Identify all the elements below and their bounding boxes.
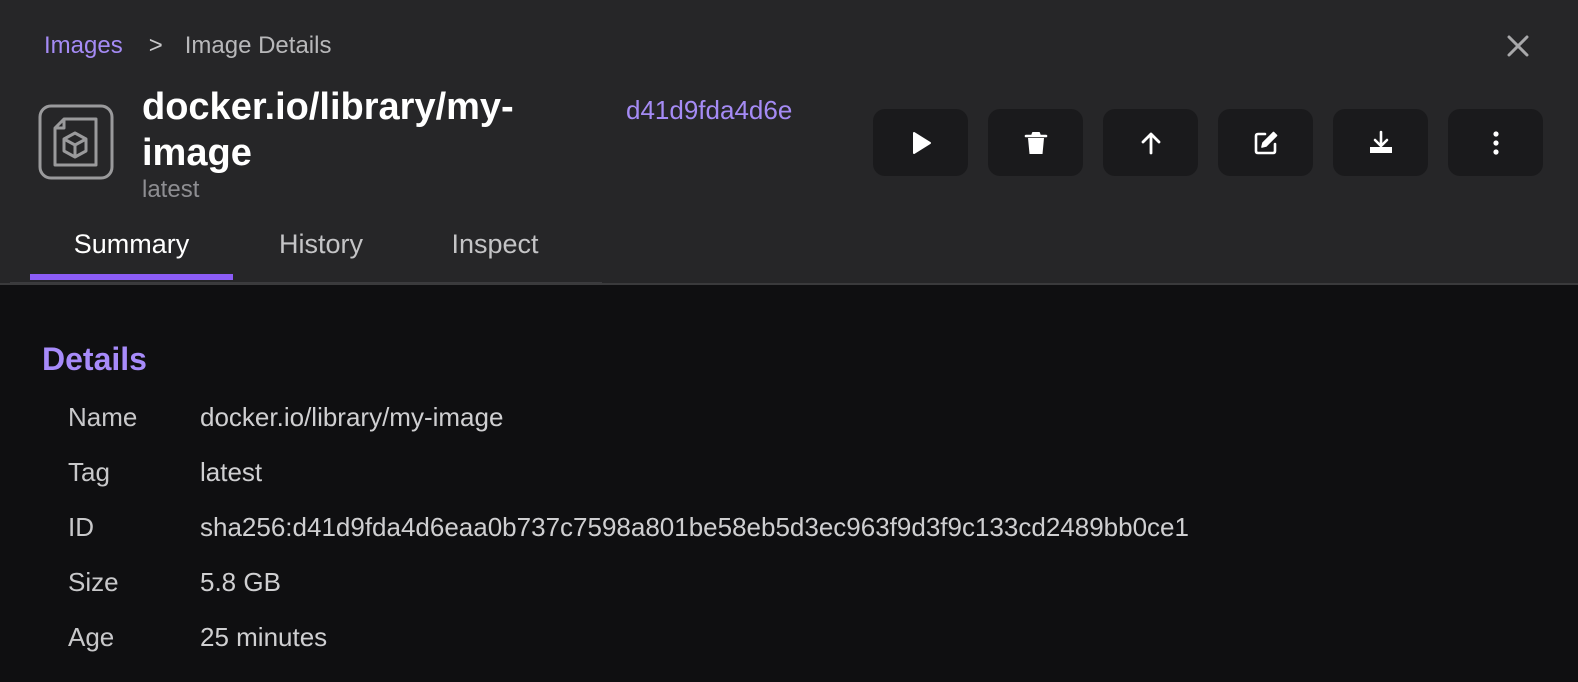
detail-value: docker.io/library/my-image: [200, 402, 504, 432]
tab-history-label: History: [278, 229, 363, 259]
tab-bar: Summary History Inspect: [30, 214, 581, 280]
run-button[interactable]: [873, 109, 968, 176]
detail-row-tag: Tag latest: [68, 445, 1189, 500]
detail-label: Name: [68, 402, 138, 432]
breadcrumb: Images > Image Details: [44, 30, 331, 62]
detail-value: 25 minutes: [200, 622, 328, 652]
detail-row-name: Name docker.io/library/my-image: [68, 390, 1189, 445]
delete-button[interactable]: [988, 109, 1083, 176]
breadcrumb-current: Image Details: [184, 32, 332, 59]
detail-value: sha256:d41d9fda4d6eaa0b737c7598a801be58e…: [200, 512, 1189, 542]
detail-row-size: Size 5.8 GB: [68, 555, 1189, 610]
tab-summary-label: Summary: [73, 229, 190, 259]
breadcrumb-separator: >: [148, 32, 163, 59]
save-button[interactable]: [1333, 109, 1428, 176]
edit-icon: [1254, 131, 1277, 154]
action-toolbar: [873, 109, 1543, 176]
edit-button[interactable]: [1218, 109, 1313, 176]
breadcrumb-images-link[interactable]: Images: [44, 30, 123, 62]
detail-row-id: ID sha256:d41d9fda4d6eaa0b737c7598a801be…: [68, 500, 1189, 555]
detail-value: latest: [200, 457, 263, 487]
tab-inspect-label: Inspect: [451, 229, 539, 259]
detail-label: ID: [68, 512, 94, 542]
more-vertical-icon: [1492, 130, 1499, 155]
tab-summary[interactable]: Summary: [30, 214, 233, 280]
tab-history[interactable]: History: [233, 214, 409, 280]
active-tab-indicator: [30, 274, 233, 280]
detail-value: 5.8 GB: [200, 567, 281, 597]
detail-label: Size: [68, 567, 119, 597]
details-header: Images > Image Details docker.io/library…: [0, 0, 1578, 284]
image-short-id: d41d9fda4d6e: [626, 95, 793, 125]
header-divider: [0, 283, 1578, 285]
more-options-button[interactable]: [1448, 109, 1543, 176]
details-heading: Details: [42, 341, 147, 377]
arrow-up-icon: [1141, 132, 1160, 154]
play-icon: [912, 131, 931, 154]
tab-inspect[interactable]: Inspect: [409, 214, 581, 280]
detail-label: Age: [68, 622, 115, 652]
detail-row-age: Age 25 minutes: [68, 610, 1189, 665]
detail-label: Tag: [68, 457, 110, 487]
trash-icon: [1024, 131, 1047, 154]
image-icon: [38, 104, 114, 180]
image-title: docker.io/library/my-image: [142, 86, 514, 174]
details-list: Name docker.io/library/my-image Tag late…: [68, 390, 1189, 665]
close-button[interactable]: [1500, 28, 1536, 64]
image-tag: latest: [142, 176, 200, 203]
push-button[interactable]: [1103, 109, 1198, 176]
download-icon: [1369, 130, 1392, 153]
close-icon: [1507, 35, 1529, 57]
